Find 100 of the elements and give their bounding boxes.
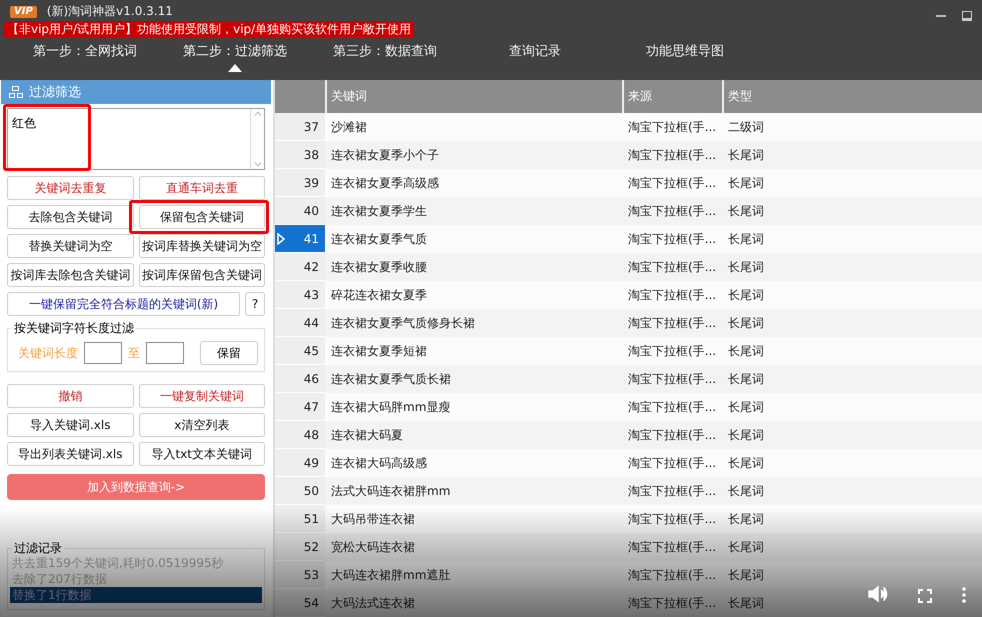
table-cell-text: 长尾词 bbox=[727, 230, 765, 248]
table-cell-text: 淘宝下拉框(手... bbox=[627, 230, 718, 248]
table-cell-text: 淘宝下拉框(手... bbox=[627, 566, 718, 584]
table-cell-text: 淘宝下拉框(手... bbox=[627, 118, 718, 136]
panel-title: 过滤筛选 bbox=[29, 84, 81, 101]
table-cell-text: 二级词 bbox=[727, 118, 765, 136]
table-cell-text: 连衣裙女夏季收腰 bbox=[330, 258, 428, 276]
length-label: 关键词长度 bbox=[18, 344, 78, 362]
table-cell-text: 淘宝下拉框(手... bbox=[627, 454, 718, 472]
action-button[interactable]: x清空列表 bbox=[138, 413, 265, 437]
fullscreen-icon[interactable] bbox=[918, 589, 932, 603]
action-button[interactable]: 导入关键词.xls bbox=[7, 413, 134, 437]
maximize-icon[interactable] bbox=[962, 10, 972, 20]
table-cell-text: 大码连衣裙胖mm遮肚 bbox=[330, 566, 452, 584]
table-cell-text: 长尾词 bbox=[727, 566, 765, 584]
table-cell-text: 淘宝下拉框(手... bbox=[627, 314, 718, 332]
table-cell-text: 长尾词 bbox=[727, 594, 765, 612]
to-label: 至 bbox=[128, 344, 140, 362]
filter-button[interactable]: 替换关键词为空 bbox=[7, 234, 134, 258]
filter-button[interactable]: 按词库替换关键词为空 bbox=[138, 234, 265, 258]
row-number: 40 bbox=[275, 197, 325, 225]
table-cell-text: 连衣裙女夏季学生 bbox=[330, 202, 428, 220]
volume-icon[interactable] bbox=[868, 585, 888, 603]
table-cell-text: 长尾词 bbox=[727, 370, 765, 388]
row-number: 47 bbox=[275, 393, 325, 421]
table-cell-text: 长尾词 bbox=[727, 202, 765, 220]
action-button[interactable]: 一键复制关键词 bbox=[138, 384, 265, 408]
step-tab[interactable]: 第一步：全网找词 bbox=[33, 42, 137, 74]
table-cell-text: 连衣裙女夏季小个子 bbox=[330, 146, 440, 164]
restriction-notice: 【非vip用户/试用用户】功能使用受限制，vip/单独购买该软件用户敞开使用 bbox=[4, 21, 414, 37]
table-cell-text: 长尾词 bbox=[727, 146, 765, 164]
table-cell-text: 长尾词 bbox=[727, 258, 765, 276]
row-number: 38 bbox=[275, 141, 325, 169]
table-cell-text: 长尾词 bbox=[727, 538, 765, 556]
keep-button[interactable]: 保留 bbox=[200, 341, 258, 365]
row-number: 53 bbox=[275, 561, 325, 589]
action-button[interactable]: 导出列表关键词.xls bbox=[7, 442, 134, 466]
table-cell-text: 连衣裙大码胖mm显瘦 bbox=[330, 398, 452, 416]
step-tab[interactable]: 功能思维导图 bbox=[646, 42, 724, 74]
row-number: 48 bbox=[275, 421, 325, 449]
window-title: (新)淘词神器v1.0.3.11 bbox=[46, 3, 173, 20]
table-cell-text: 宽松大码连衣裙 bbox=[330, 538, 416, 556]
filter-button[interactable]: 按词库保留包含关键词 bbox=[138, 263, 265, 287]
table-cell-text: 淘宝下拉框(手... bbox=[627, 146, 718, 164]
table-cell-text: 淘宝下拉框(手... bbox=[627, 510, 718, 528]
table-cell-text: 连衣裙女夏季气质修身长裙 bbox=[330, 314, 476, 332]
keep-matching-button[interactable]: 一键保留完全符合标题的关键词(新) bbox=[7, 292, 240, 316]
table-cell-text: 淘宝下拉框(手... bbox=[627, 174, 718, 192]
table-cell-text: 淘宝下拉框(手... bbox=[627, 258, 718, 276]
row-number: 44 bbox=[275, 309, 325, 337]
table-cell-text: 长尾词 bbox=[727, 482, 765, 500]
table-cell-text: 长尾词 bbox=[727, 510, 765, 528]
row-pointer-icon bbox=[277, 233, 285, 245]
table-cell-text: 连衣裙女夏季气质长裙 bbox=[330, 370, 452, 388]
vip-logo: VIP bbox=[10, 6, 37, 18]
table-cell-text: 淘宝下拉框(手... bbox=[627, 426, 718, 444]
row-number: 50 bbox=[275, 477, 325, 505]
step-tab[interactable]: 第三步：数据查询 bbox=[333, 42, 437, 74]
table-cell-text: 长尾词 bbox=[727, 342, 765, 360]
filter-button[interactable]: 去除包含关键词 bbox=[7, 205, 134, 229]
row-number: 43 bbox=[275, 281, 325, 309]
row-number: 49 bbox=[275, 449, 325, 477]
table-cell-text: 淘宝下拉框(手... bbox=[627, 202, 718, 220]
table-cell-text: 碎花连衣裙女夏季 bbox=[330, 286, 428, 304]
table-cell-text: 法式大码连衣裙胖mm bbox=[330, 482, 452, 500]
action-button[interactable]: 导入txt文本关键词 bbox=[138, 442, 265, 466]
table-cell-text: 淘宝下拉框(手... bbox=[627, 594, 718, 612]
table-cell-text: 淘宝下拉框(手... bbox=[627, 286, 718, 304]
table-cell-text: 连衣裙女夏季高级感 bbox=[330, 174, 440, 192]
row-number: 41 bbox=[275, 225, 325, 253]
step-tab[interactable]: 第二步：过滤筛选 bbox=[183, 42, 287, 74]
table-cell-text: 淘宝下拉框(手... bbox=[627, 342, 718, 360]
filter-button[interactable]: 保留包含关键词 bbox=[138, 205, 265, 229]
table-cell-text: 长尾词 bbox=[727, 314, 765, 332]
table-cell-text: 长尾词 bbox=[727, 426, 765, 444]
row-number: 45 bbox=[275, 337, 325, 365]
table-cell-text: 连衣裙大码夏 bbox=[330, 426, 404, 444]
minimize-icon[interactable] bbox=[936, 14, 946, 16]
table-cell-text: 连衣裙大码高级感 bbox=[330, 454, 428, 472]
row-number: 51 bbox=[275, 505, 325, 533]
table-cell-text: 连衣裙女夏季短裙 bbox=[330, 342, 428, 360]
min-length-field[interactable] bbox=[84, 342, 122, 364]
table-cell-text: 长尾词 bbox=[727, 454, 765, 472]
filter-button[interactable]: 关键词去重复 bbox=[7, 176, 134, 200]
filter-button[interactable]: 按词库去除包含关键词 bbox=[7, 263, 134, 287]
more-icon[interactable] bbox=[962, 587, 966, 603]
action-button[interactable]: 撤销 bbox=[7, 384, 134, 408]
table-cell-text: 淘宝下拉框(手... bbox=[627, 370, 718, 388]
table-cell-text: 淘宝下拉框(手... bbox=[627, 398, 718, 416]
row-number: 52 bbox=[275, 533, 325, 561]
filter-button[interactable]: 直通车词去重 bbox=[138, 176, 265, 200]
max-length-field[interactable] bbox=[146, 342, 184, 364]
table-cell-text: 长尾词 bbox=[727, 398, 765, 416]
table-cell-text: 长尾词 bbox=[727, 174, 765, 192]
table-cell-text: 淘宝下拉框(手... bbox=[627, 482, 718, 500]
row-number: 46 bbox=[275, 365, 325, 393]
help-button[interactable]: ? bbox=[245, 292, 265, 316]
table-cell-text: 大码法式连衣裙 bbox=[330, 594, 416, 612]
row-number: 39 bbox=[275, 169, 325, 197]
step-tab[interactable]: 查询记录 bbox=[509, 42, 561, 74]
